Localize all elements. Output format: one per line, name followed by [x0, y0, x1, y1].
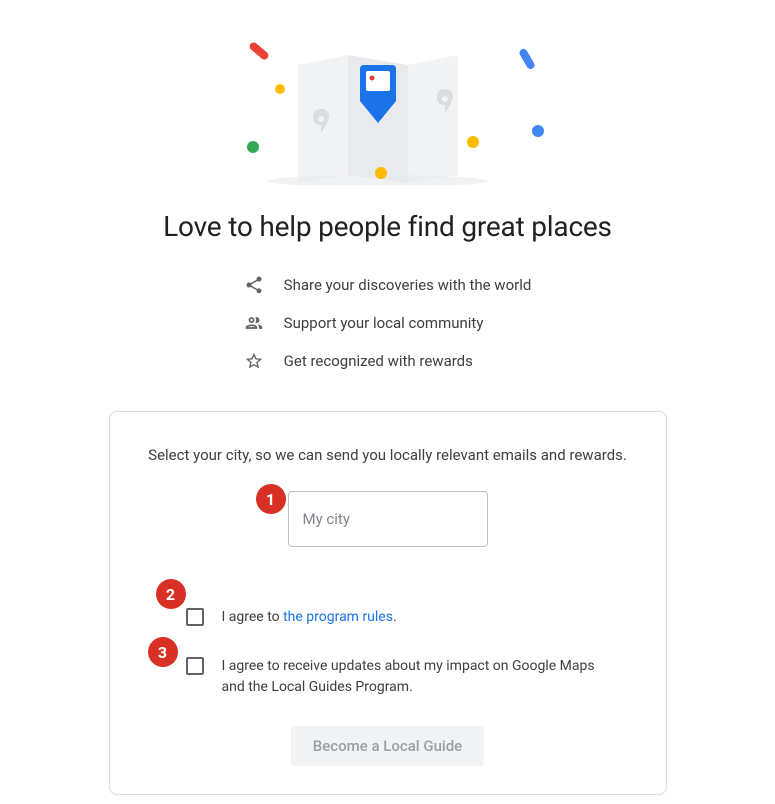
benefits-list: Share your discoveries with the world Su…	[244, 275, 532, 371]
benefit-text: Support your local community	[284, 314, 484, 332]
become-local-guide-button[interactable]: Become a Local Guide	[291, 726, 484, 766]
star-icon	[244, 351, 264, 371]
benefit-text: Share your discoveries with the world	[284, 276, 532, 294]
agree-rules-checkbox[interactable]	[186, 608, 204, 626]
benefit-item: Support your local community	[244, 313, 532, 333]
annotation-marker-3: 3	[148, 637, 178, 667]
hero-illustration	[208, 25, 568, 185]
agree-rules-row: I agree to the program rules.	[146, 607, 630, 628]
signup-card: 1 2 3 Select your city, so we can send y…	[109, 411, 667, 795]
benefit-text: Get recognized with rewards	[284, 352, 473, 370]
agree-updates-row: I agree to receive updates about my impa…	[146, 656, 630, 698]
card-prompt: Select your city, so we can send you loc…	[146, 444, 630, 467]
agree-updates-label: I agree to receive updates about my impa…	[222, 656, 620, 698]
benefit-item: Get recognized with rewards	[244, 351, 532, 371]
agree-suffix: .	[393, 609, 397, 625]
people-icon	[244, 313, 264, 333]
agree-prefix: I agree to	[222, 609, 284, 625]
annotation-marker-1: 1	[256, 484, 286, 514]
share-icon	[244, 275, 264, 295]
annotation-marker-2: 2	[156, 579, 186, 609]
benefit-item: Share your discoveries with the world	[244, 275, 532, 295]
city-input[interactable]	[288, 491, 488, 547]
program-rules-link[interactable]: the program rules	[283, 609, 393, 625]
agree-rules-label: I agree to the program rules.	[222, 607, 397, 628]
agree-updates-checkbox[interactable]	[186, 657, 204, 675]
page-heading: Love to help people find great places	[163, 210, 612, 243]
